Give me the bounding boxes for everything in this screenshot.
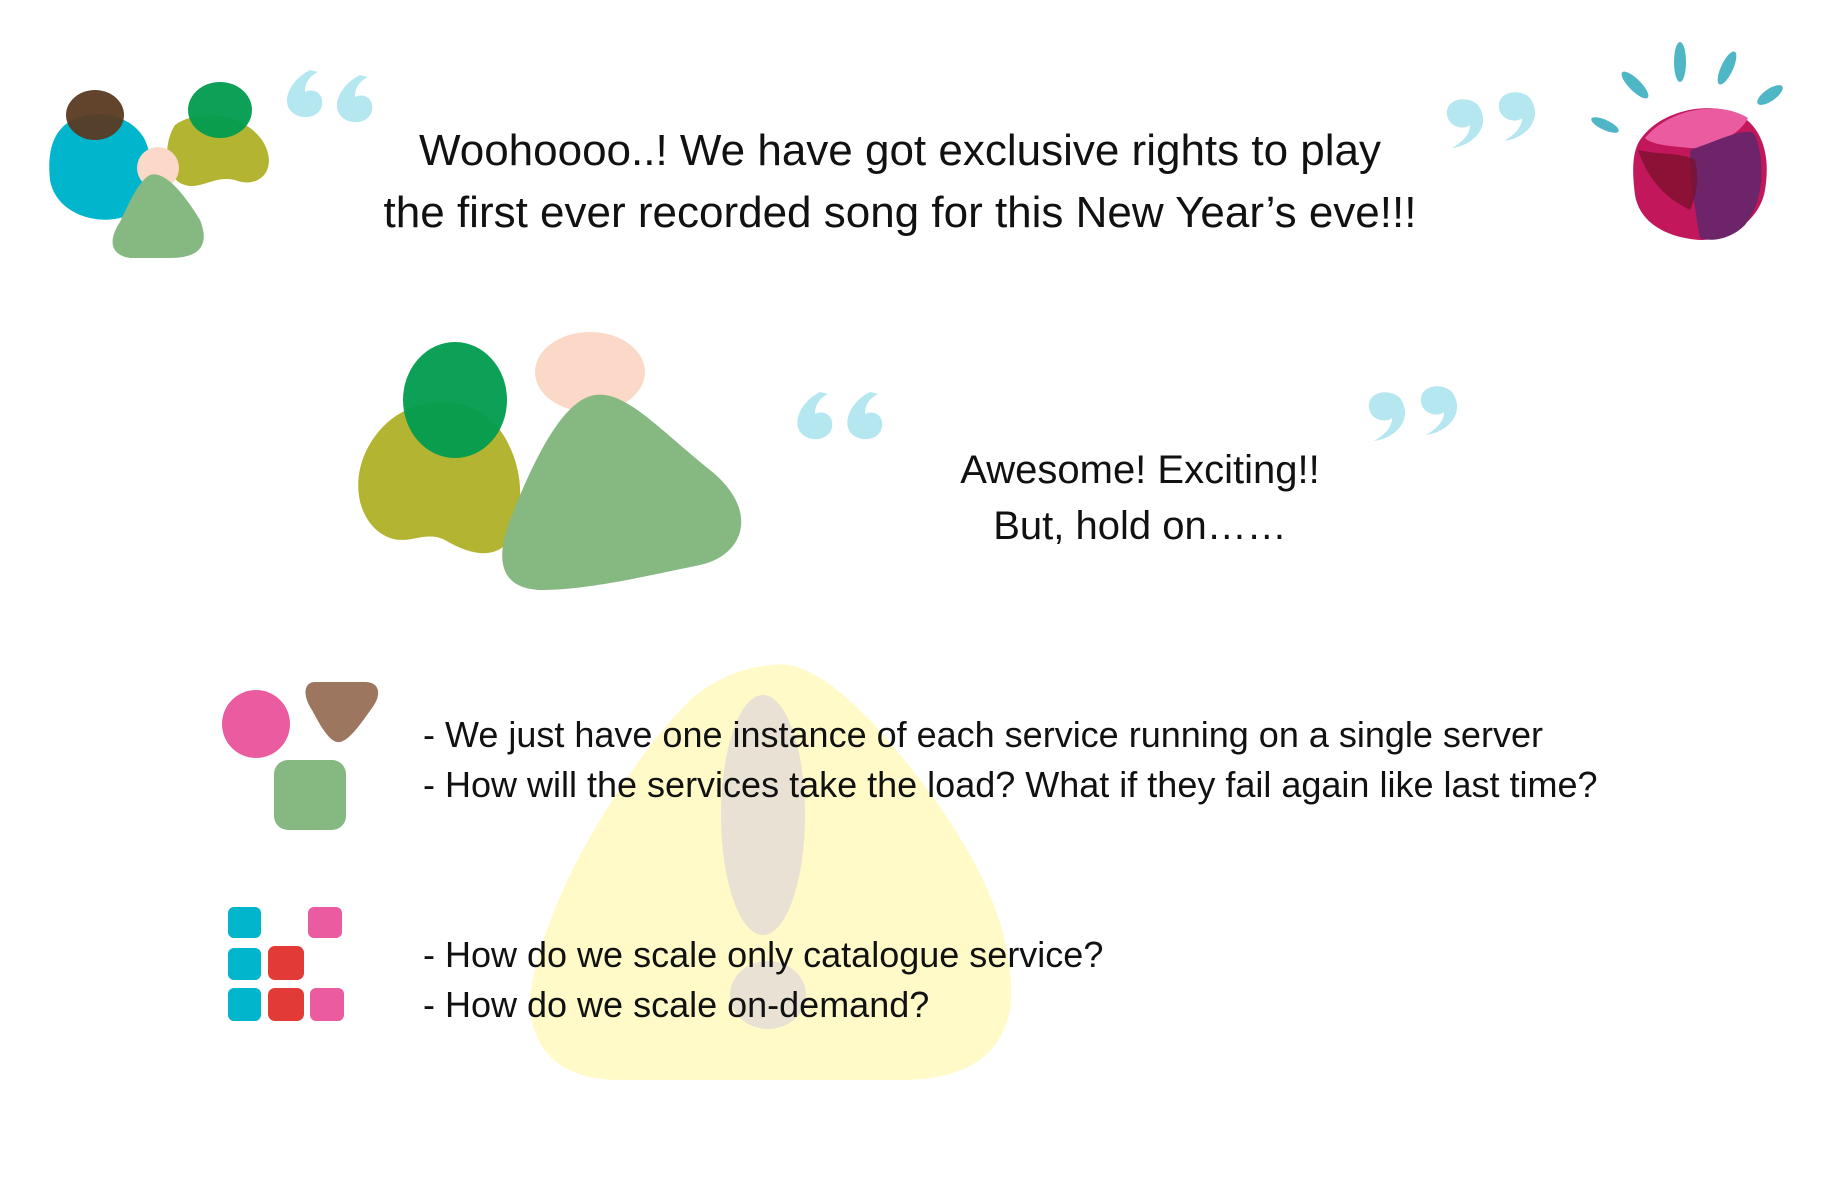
open-quote-icon <box>797 392 883 440</box>
concerns-list-a: - We just have one instance of each serv… <box>423 710 1598 810</box>
team-icon <box>49 82 269 258</box>
list-item: - We just have one instance of each serv… <box>423 714 1543 755</box>
reply-message: Awesome! Exciting!! But, hold on…… <box>890 442 1390 554</box>
people-icon <box>358 332 742 590</box>
open-quote-icon <box>286 70 373 123</box>
concerns-list-b: - How do we scale only catalogue service… <box>423 930 1103 1030</box>
gift-box-icon <box>1591 42 1783 240</box>
list-item: - How do we scale on-demand? <box>423 984 930 1025</box>
reply-line-2: But, hold on…… <box>993 504 1287 548</box>
reply-line-1: Awesome! Exciting!! <box>960 448 1320 492</box>
list-item: - How do we scale only catalogue service… <box>423 934 1104 975</box>
grid-blocks-icon <box>228 907 344 1021</box>
close-quote-icon <box>1368 386 1458 441</box>
shapes-icon <box>222 682 379 830</box>
list-item: - How will the services take the load? W… <box>423 764 1598 805</box>
header-line-1: Woohoooo..! We have got exclusive rights… <box>418 126 1382 175</box>
header-line-2: the first ever recorded song for this Ne… <box>383 188 1417 237</box>
header-message: Woohoooo..! We have got exclusive rights… <box>300 120 1500 244</box>
